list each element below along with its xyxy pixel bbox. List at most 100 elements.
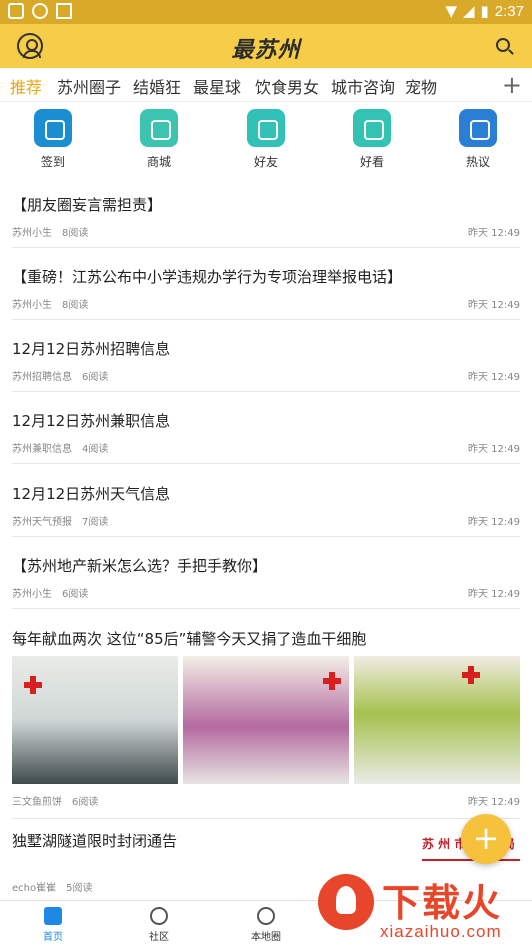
article-meta: 苏州天气预报 7阅读 昨天 12:49 <box>12 513 520 528</box>
article-author: 苏州兼职信息 <box>12 444 72 455</box>
quick-action-label: 热议 <box>465 155 490 169</box>
article-views: 5阅读 <box>66 883 93 894</box>
divider <box>12 536 520 537</box>
article-author: 三文鱼煎饼 <box>12 797 62 808</box>
local-circle-icon <box>257 907 275 925</box>
article-item[interactable]: 12月12日苏州兼职信息 苏州兼职信息 4阅读 昨天 12:49 <box>12 410 520 455</box>
quick-action-good-looks[interactable]: 好看 <box>342 109 402 170</box>
article-time: 昨天 12:49 <box>468 228 520 239</box>
app-notification-icon <box>8 3 24 19</box>
article-photo[interactable] <box>183 656 349 784</box>
quick-action-friends[interactable]: 好友 <box>236 109 296 170</box>
watermark-url: xiazaihuo.com <box>380 922 502 941</box>
article-item-with-photos[interactable]: 每年献血两次 这位“85后”辅警今天又捐了造血干细胞 <box>12 628 520 649</box>
nav-home[interactable]: 首页 <box>23 907 83 943</box>
divider <box>12 608 520 609</box>
home-icon <box>44 907 62 925</box>
article-time: 昨天 12:49 <box>468 372 520 383</box>
red-cross-icon <box>24 676 42 694</box>
article-views: 8阅读 <box>62 228 89 239</box>
add-tab-button[interactable]: + <box>502 71 522 99</box>
article-item[interactable]: 12月12日苏州天气信息 苏州天气预报 7阅读 昨天 12:49 <box>12 483 520 528</box>
article-title: 【苏州地产新米怎么选？手把手教你】 <box>12 557 268 575</box>
article-title: 【重磅！江苏公布中小学违规办学行为专项治理举报电话】 <box>12 268 403 286</box>
article-views: 4阅读 <box>82 444 109 455</box>
nav-community[interactable]: 社区 <box>129 907 189 943</box>
article-meta: 三文鱼煎饼 6阅读 昨天 12:49 <box>12 793 520 808</box>
tab-food[interactable]: 饮食男女 <box>255 74 319 98</box>
divider <box>12 319 520 320</box>
article-time: 昨天 12:49 <box>468 444 520 455</box>
quick-actions: 签到 商城 好友 好看 热议 <box>0 104 532 174</box>
article-item[interactable]: 12月12日苏州招聘信息 苏州招聘信息 6阅读 昨天 12:49 <box>12 338 520 383</box>
divider <box>12 391 520 392</box>
clock: 2:37 <box>494 2 524 20</box>
article-photos[interactable] <box>12 656 520 784</box>
article-author: 苏州招聘信息 <box>12 372 72 383</box>
article-meta: 苏州小生 8阅读 昨天 12:49 <box>12 296 520 311</box>
article-time: 昨天 12:49 <box>468 300 520 311</box>
article-views: 8阅读 <box>62 300 89 311</box>
nav-label: 社区 <box>149 932 169 943</box>
quick-action-label: 商城 <box>146 155 171 169</box>
article-title: 12月12日苏州天气信息 <box>12 485 171 503</box>
tea-cup-icon <box>34 109 72 147</box>
watermark-text: 下载火 <box>382 881 503 925</box>
signal-icon: ◢ <box>462 2 475 20</box>
red-cross-icon <box>462 666 480 684</box>
article-meta-row: 三文鱼煎饼 6阅读 昨天 12:49 <box>12 784 520 808</box>
tab-suzhou-circle[interactable]: 苏州圈子 <box>57 74 121 98</box>
article-views: 7阅读 <box>82 517 109 528</box>
nav-local-circle[interactable]: 本地圈 <box>236 907 296 943</box>
app-a-notification-icon <box>56 3 72 19</box>
article-meta: 苏州兼职信息 4阅读 昨天 12:49 <box>12 440 520 455</box>
article-item[interactable]: 【苏州地产新米怎么选？手把手教你】 苏州小生 6阅读 昨天 12:49 <box>12 555 520 600</box>
wifi-icon: ▼ <box>445 2 457 20</box>
tab-star-planet[interactable]: 最星球 <box>193 74 241 98</box>
board-icon <box>353 109 391 147</box>
tab-recommend[interactable]: 推荐 <box>10 74 42 98</box>
watermark-logo-icon <box>318 874 374 930</box>
notification-icons <box>8 3 72 19</box>
quick-action-hot-topics[interactable]: 热议 <box>448 109 508 170</box>
battery-icon: ▮ <box>480 2 489 20</box>
system-status: ▼ ◢ ▮ 2:37 <box>445 2 524 20</box>
nav-label: 首页 <box>43 932 63 943</box>
tab-city-info[interactable]: 城市咨询 <box>331 74 395 98</box>
search-icon[interactable] <box>496 38 510 52</box>
article-views: 6阅读 <box>62 589 89 600</box>
article-time: 昨天 12:49 <box>468 797 520 808</box>
compose-fab-button[interactable]: + <box>461 814 511 864</box>
article-views: 6阅读 <box>82 372 109 383</box>
red-cross-icon <box>323 672 341 690</box>
watermark: 下载火 xiazaihuo.com <box>318 870 532 946</box>
article-author: 苏州天气预报 <box>12 517 72 528</box>
quick-action-label: 好看 <box>359 155 384 169</box>
community-icon <box>150 907 168 925</box>
article-item[interactable]: 【朋友圈妄言需担责】 苏州小生 8阅读 昨天 12:49 <box>12 194 520 239</box>
article-item[interactable]: 【重磅！江苏公布中小学违规办学行为专项治理举报电话】 苏州小生 8阅读 昨天 12… <box>12 266 520 311</box>
article-views: 6阅读 <box>72 797 99 808</box>
article-time: 昨天 12:49 <box>468 517 520 528</box>
tab-wedding[interactable]: 结婚狂 <box>133 74 181 98</box>
quick-action-checkin[interactable]: 签到 <box>23 109 83 170</box>
status-bar: ▼ ◢ ▮ 2:37 <box>0 0 532 24</box>
friend-icon <box>247 109 285 147</box>
article-meta: 苏州小生 6阅读 昨天 12:49 <box>12 585 520 600</box>
article-title: 12月12日苏州招聘信息 <box>12 340 171 358</box>
divider <box>12 247 520 248</box>
article-meta: 苏州小生 8阅读 昨天 12:49 <box>12 224 520 239</box>
article-meta: 苏州招聘信息 6阅读 昨天 12:49 <box>12 368 520 383</box>
category-tabs: 推荐 苏州圈子 结婚狂 最星球 饮食男女 城市咨询 宠物 + <box>0 68 532 102</box>
article-photo[interactable] <box>12 656 178 784</box>
quick-action-label: 签到 <box>40 155 65 169</box>
article-photo[interactable] <box>354 656 520 784</box>
article-author: echo崔崔 <box>12 883 57 894</box>
article-author: 苏州小生 <box>12 300 52 311</box>
quick-action-label: 好友 <box>253 155 278 169</box>
tab-pets[interactable]: 宠物 <box>405 74 437 98</box>
android-notification-icon <box>32 3 48 19</box>
article-title: 每年献血两次 这位“85后”辅警今天又捐了造血干细胞 <box>12 630 367 648</box>
quick-action-mall[interactable]: 商城 <box>129 109 189 170</box>
article-title: 12月12日苏州兼职信息 <box>12 412 171 430</box>
